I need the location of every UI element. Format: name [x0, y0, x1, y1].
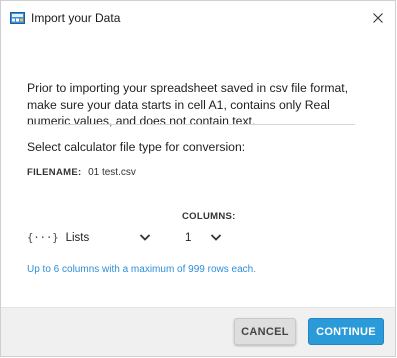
close-icon	[373, 13, 383, 23]
filename-row: FILENAME: 01 test.csv	[27, 167, 136, 178]
filename-value: 01 test.csv	[88, 167, 136, 178]
calculator-app-icon	[10, 11, 25, 24]
columns-value: 1	[185, 232, 192, 244]
title-bar: Import your Data	[1, 1, 395, 37]
filename-label: FILENAME:	[27, 167, 82, 178]
file-type-select[interactable]: {···} Lists	[27, 228, 153, 248]
columns-select[interactable]: 1	[182, 228, 228, 248]
continue-button[interactable]: CONTINUE	[308, 318, 384, 345]
file-type-value: Lists	[65, 232, 90, 244]
dialog-title: Import your Data	[31, 11, 121, 25]
list-icon: {···}	[27, 232, 59, 244]
chevron-down-icon	[210, 234, 222, 241]
columns-label: COLUMNS:	[182, 211, 236, 222]
cancel-button[interactable]: CANCEL	[234, 318, 296, 345]
chevron-down-icon	[139, 234, 151, 241]
close-button[interactable]	[367, 7, 389, 29]
import-dialog: Import your Data Prior to importing your…	[0, 0, 396, 357]
divider	[27, 124, 355, 125]
dialog-footer: CANCEL CONTINUE	[1, 307, 395, 356]
intro-text: Prior to importing your spreadsheet save…	[27, 81, 349, 129]
file-type-prompt: Select calculator file type for conversi…	[27, 140, 246, 154]
limits-hint: Up to 6 columns with a maximum of 999 ro…	[27, 264, 256, 275]
